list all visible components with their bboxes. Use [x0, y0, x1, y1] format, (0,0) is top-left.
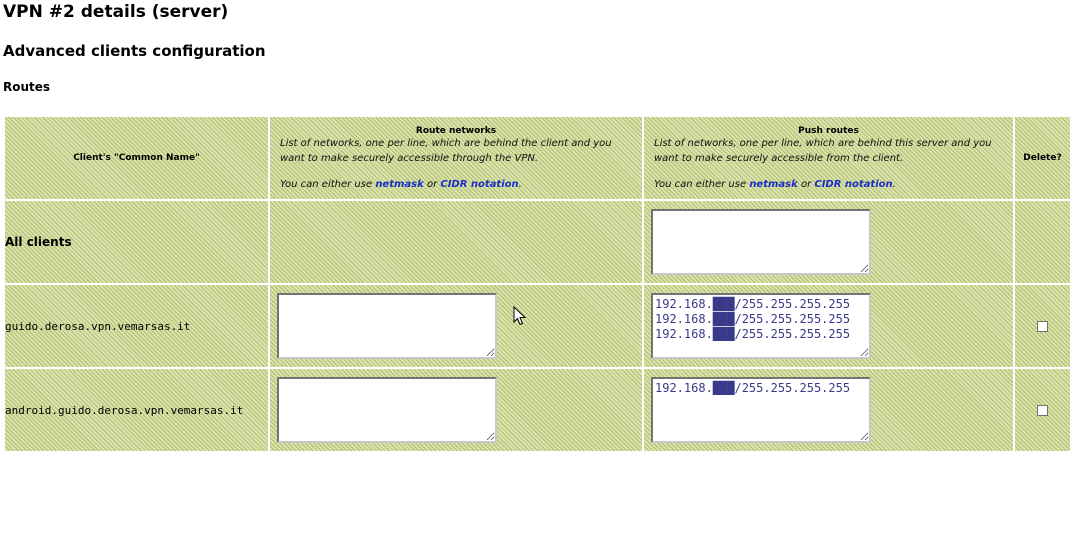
push-routes-textarea[interactable]: 192.168.███/255.255.255.255 192.168.███/… — [651, 293, 871, 359]
route-networks-either-text: You can either use — [280, 179, 376, 190]
client-name: All clients — [5, 235, 72, 249]
section-title: Routes — [3, 80, 51, 94]
push-routes-period: . — [892, 179, 896, 190]
page-subtitle: Advanced clients configuration — [3, 42, 266, 60]
route-networks-or-text: or — [423, 179, 441, 190]
client-name-cell: android.guido.derosa.vpn.vemarsas.it — [3, 367, 270, 453]
header-push-routes: Push routes List of networks, one per li… — [642, 115, 1015, 201]
routes-table: Client's "Common Name" Route networks Li… — [3, 115, 1072, 453]
header-delete-label: Delete? — [1023, 153, 1062, 163]
table-row: guido.derosa.vpn.vemarsas.it 192.168.███… — [3, 283, 1072, 369]
header-route-networks-desc: List of networks, one per line, which ar… — [270, 136, 642, 192]
header-client-name-label: Client's "Common Name" — [73, 153, 200, 163]
push-routes-desc-text: List of networks, one per line, which ar… — [654, 138, 992, 164]
table-row: android.guido.derosa.vpn.vemarsas.it 192… — [3, 367, 1072, 453]
header-push-routes-desc: List of networks, one per line, which ar… — [644, 136, 1013, 192]
delete-cell-empty — [1013, 199, 1072, 285]
push-routes-cidr-link[interactable]: CIDR notation — [814, 179, 892, 190]
route-networks-cell-empty — [268, 199, 644, 285]
route-networks-period: . — [518, 179, 522, 190]
route-networks-textarea[interactable] — [277, 377, 497, 443]
client-name-cell: guido.derosa.vpn.vemarsas.it — [3, 283, 270, 369]
push-routes-or-text: or — [797, 179, 815, 190]
push-routes-cell: 192.168.███/255.255.255.255 192.168.███/… — [642, 283, 1015, 369]
client-name-cell: All clients — [3, 199, 270, 285]
push-routes-textarea[interactable]: 192.168.███/255.255.255.255 — [651, 377, 871, 443]
route-networks-netmask-link[interactable]: netmask — [375, 179, 423, 190]
route-networks-cell — [268, 283, 644, 369]
header-route-networks: Route networks List of networks, one per… — [268, 115, 644, 201]
push-routes-either-text: You can either use — [654, 179, 750, 190]
push-routes-netmask-link[interactable]: netmask — [749, 179, 797, 190]
table-header-row: Client's "Common Name" Route networks Li… — [3, 115, 1072, 201]
route-networks-cidr-link[interactable]: CIDR notation — [440, 179, 518, 190]
client-name: guido.derosa.vpn.vemarsas.it — [5, 319, 191, 333]
header-route-networks-title: Route networks — [415, 126, 497, 136]
push-routes-textarea-all-clients[interactable] — [651, 209, 871, 275]
client-name: android.guido.derosa.vpn.vemarsas.it — [5, 403, 244, 417]
push-routes-cell: 192.168.███/255.255.255.255 — [642, 367, 1015, 453]
header-push-routes-title: Push routes — [798, 126, 859, 136]
delete-cell — [1013, 367, 1072, 453]
route-networks-desc-text: List of networks, one per line, which ar… — [280, 138, 612, 164]
push-routes-cell — [642, 199, 1015, 285]
route-networks-cell — [268, 367, 644, 453]
delete-checkbox[interactable] — [1037, 404, 1048, 416]
page-title: VPN #2 details (server) — [3, 2, 229, 22]
table-row-all-clients: All clients — [3, 199, 1072, 285]
route-networks-textarea[interactable] — [277, 293, 497, 359]
mouse-pointer-icon — [513, 306, 527, 326]
delete-cell — [1013, 283, 1072, 369]
delete-checkbox[interactable] — [1037, 320, 1048, 332]
header-delete: Delete? — [1013, 115, 1072, 201]
header-client-name: Client's "Common Name" — [3, 115, 270, 201]
